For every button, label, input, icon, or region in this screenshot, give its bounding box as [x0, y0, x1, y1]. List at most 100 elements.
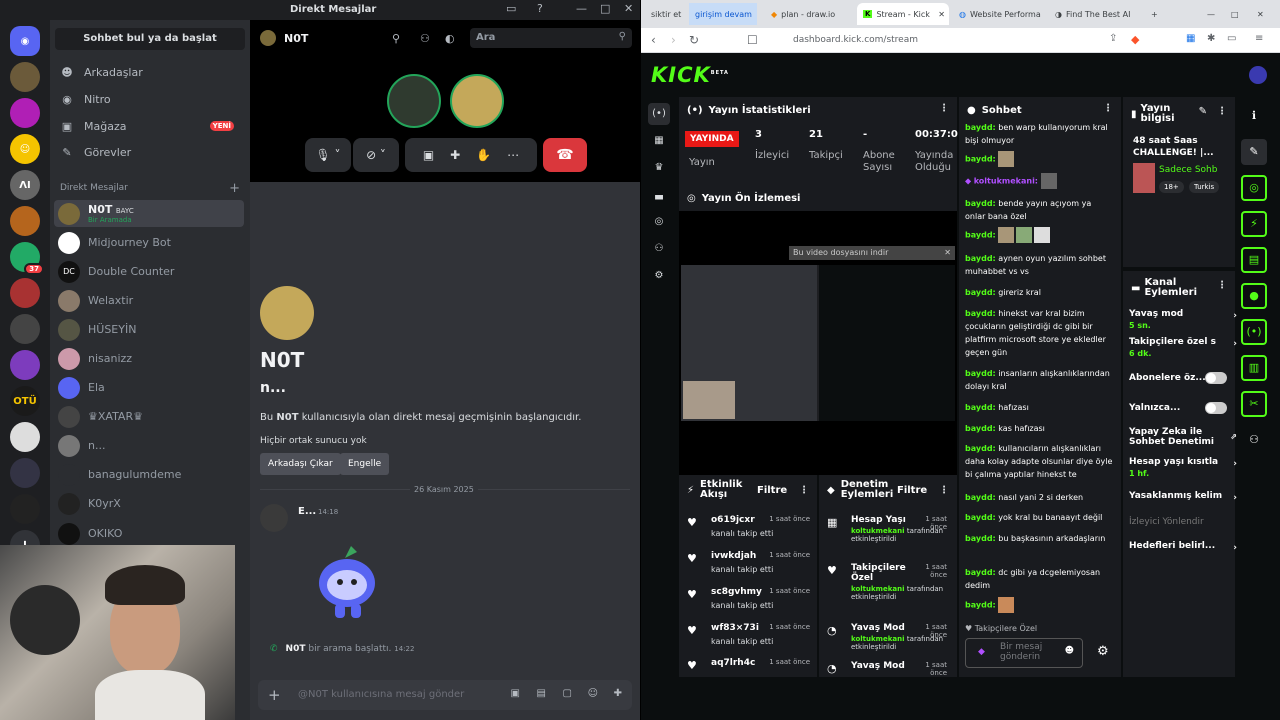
help-icon[interactable]: ?	[537, 2, 543, 15]
kick-logo[interactable]: KICKBETA	[651, 63, 729, 87]
hang-up-button[interactable]: ☎	[543, 138, 587, 172]
apps-icon[interactable]: ✚	[614, 688, 622, 699]
category-thumbnail[interactable]	[1133, 163, 1155, 193]
minimize-icon[interactable]: —	[576, 2, 587, 15]
server-icon[interactable]	[10, 458, 40, 488]
avatar[interactable]	[260, 504, 288, 532]
emoji-icon[interactable]: ☻	[1065, 646, 1074, 656]
dm-item[interactable]: n...	[54, 432, 244, 459]
dm-item[interactable]: N0T BAYC Bir Aramada	[54, 200, 244, 227]
bolt-icon[interactable]: ⚡	[1241, 211, 1267, 237]
nav-shop[interactable]: ▣ Mağaza YENİ	[60, 114, 240, 138]
dm-item[interactable]: nisanizz	[54, 345, 244, 372]
menu-icon[interactable]: ≡	[1255, 33, 1263, 44]
discord-home-icon[interactable]: ◉	[10, 26, 40, 56]
download-video-bar[interactable]: Bu video dosyasını indir ✕	[789, 246, 955, 260]
message-input[interactable]: + @N0T kullanıcısına mesaj gönder ▣ ▤ ▢ …	[258, 680, 632, 710]
wrench-icon[interactable]: ✂	[1241, 391, 1267, 417]
nav-quests[interactable]: ✎ Görevler	[60, 140, 240, 164]
brave-shield-icon[interactable]: ◆	[1131, 33, 1139, 46]
forward-icon[interactable]: ›	[671, 33, 676, 47]
reload-icon[interactable]: ↻	[689, 33, 699, 47]
store-icon[interactable]: ▥	[1241, 355, 1267, 381]
action-banned-words[interactable]: Yasaklanmış kelim ›	[1129, 491, 1237, 503]
server-icon[interactable]: OTÜ	[10, 386, 40, 416]
sidebar-icon[interactable]: ▭	[1227, 33, 1236, 44]
close-icon[interactable]: ✕	[624, 2, 633, 15]
action-goals[interactable]: Hedefleri belirl... ›	[1129, 541, 1237, 553]
mute-button[interactable]: 🎙 ˅	[305, 138, 351, 172]
edit-icon[interactable]: ✎	[1199, 106, 1207, 117]
notes-icon[interactable]: ▤	[1241, 247, 1267, 273]
close-tab-icon[interactable]: ✕	[938, 10, 945, 19]
message-author[interactable]: E...	[298, 506, 316, 517]
action-ai-moderation[interactable]: Yapay Zeka ile Sohbet Denetimi ⇗	[1129, 427, 1237, 447]
filter-button[interactable]: Filtre	[897, 485, 927, 496]
chat-settings-icon[interactable]: ⚙	[1097, 644, 1109, 659]
settings-icon[interactable]: ⚙	[648, 265, 670, 287]
trophy-icon[interactable]: ♛	[648, 157, 670, 179]
dm-item[interactable]: HÜSEYİN	[54, 316, 244, 343]
community-icon[interactable]: ⚇	[1241, 427, 1267, 453]
chat-input[interactable]: ◆ Bir mesaj gönderin ☻	[965, 638, 1083, 668]
clip-icon[interactable]: ◎	[648, 211, 670, 233]
server-icon[interactable]	[10, 494, 40, 524]
tag[interactable]: Turkis	[1189, 181, 1220, 193]
translate-icon[interactable]: ▦	[1186, 33, 1195, 44]
filter-button[interactable]: Filtre	[757, 485, 787, 496]
block-button[interactable]: Engelle	[340, 453, 390, 475]
server-icon[interactable]	[10, 62, 40, 92]
chat-icon[interactable]: ●	[1241, 283, 1267, 309]
dm-item[interactable]: banagulumdeme	[54, 461, 244, 488]
server-icon[interactable]	[10, 98, 40, 128]
dm-item[interactable]: Ela	[54, 374, 244, 401]
tab[interactable]: siktir et	[645, 3, 685, 25]
screenshare-icon[interactable]: ▣	[423, 148, 434, 162]
emoji-icon[interactable]: ☺	[588, 688, 598, 699]
nav-friends[interactable]: ☻ Arkadaşlar	[60, 60, 240, 84]
caller-avatar[interactable]	[387, 74, 441, 128]
inbox-icon[interactable]: ▭	[506, 2, 516, 15]
dm-item[interactable]: ♛XATAR♛	[54, 403, 244, 430]
dm-item[interactable]: Welaxtir	[54, 287, 244, 314]
add-dm-icon[interactable]: +	[229, 181, 240, 196]
server-icon[interactable]	[10, 314, 40, 344]
add-friend-icon[interactable]: ⚇	[420, 32, 430, 45]
camera-button[interactable]: ⊘ ˅	[353, 138, 399, 172]
more-icon[interactable]: ⋮	[939, 485, 949, 496]
server-icon[interactable]	[10, 350, 40, 380]
tab[interactable]: ◍ Website Performa	[953, 3, 1045, 25]
tab[interactable]: ◆ plan - draw.io	[765, 3, 855, 25]
more-icon[interactable]: ⋮	[939, 103, 949, 114]
pin-icon[interactable]: ⚲	[392, 32, 400, 45]
maximize-icon[interactable]: □	[600, 2, 610, 15]
community-icon[interactable]: ⚇	[648, 238, 670, 260]
profile-icon[interactable]: ◐	[445, 32, 455, 45]
url-field[interactable]: dashboard.kick.com/stream	[761, 32, 1021, 49]
stream-preview[interactable]	[681, 265, 955, 421]
tab[interactable]: K Stream - Kick ✕	[857, 3, 949, 25]
action-followers-only[interactable]: Takipçilere özel s6 dk. ›	[1129, 337, 1237, 359]
dm-item[interactable]: K0yrX	[54, 490, 244, 517]
remove-friend-button[interactable]: Arkadaşı Çıkar	[260, 453, 341, 475]
gif-icon[interactable]: ▤	[537, 688, 546, 699]
action-slow-mode[interactable]: Yavaş mod 5 sn. ›	[1129, 309, 1237, 331]
server-icon[interactable]	[10, 278, 40, 308]
tag[interactable]: 18+	[1159, 181, 1184, 193]
tab[interactable]: ◑ Find The Best AI	[1049, 3, 1141, 25]
subs-only-toggle[interactable]	[1205, 372, 1227, 384]
minimize-icon[interactable]: —	[1201, 3, 1221, 25]
more-icon[interactable]: ⋯	[507, 148, 519, 162]
caller-avatar[interactable]	[450, 74, 504, 128]
server-icon[interactable]: ΛI	[10, 170, 40, 200]
back-icon[interactable]: ‹	[651, 33, 656, 47]
tab[interactable]: girişim devam	[689, 3, 757, 25]
info-icon[interactable]: ℹ	[1241, 103, 1267, 129]
dashboard-icon[interactable]: ▦	[648, 130, 670, 152]
clip-icon[interactable]: ◎	[1241, 175, 1267, 201]
new-tab-icon[interactable]: +	[1145, 3, 1164, 25]
bookmark-icon[interactable]: ☐	[747, 33, 758, 47]
nav-nitro[interactable]: ◉ Nitro	[60, 87, 240, 111]
more-icon[interactable]: ⋮	[799, 485, 809, 496]
find-conversation-button[interactable]: Sohbet bul ya da başlat	[55, 28, 245, 50]
